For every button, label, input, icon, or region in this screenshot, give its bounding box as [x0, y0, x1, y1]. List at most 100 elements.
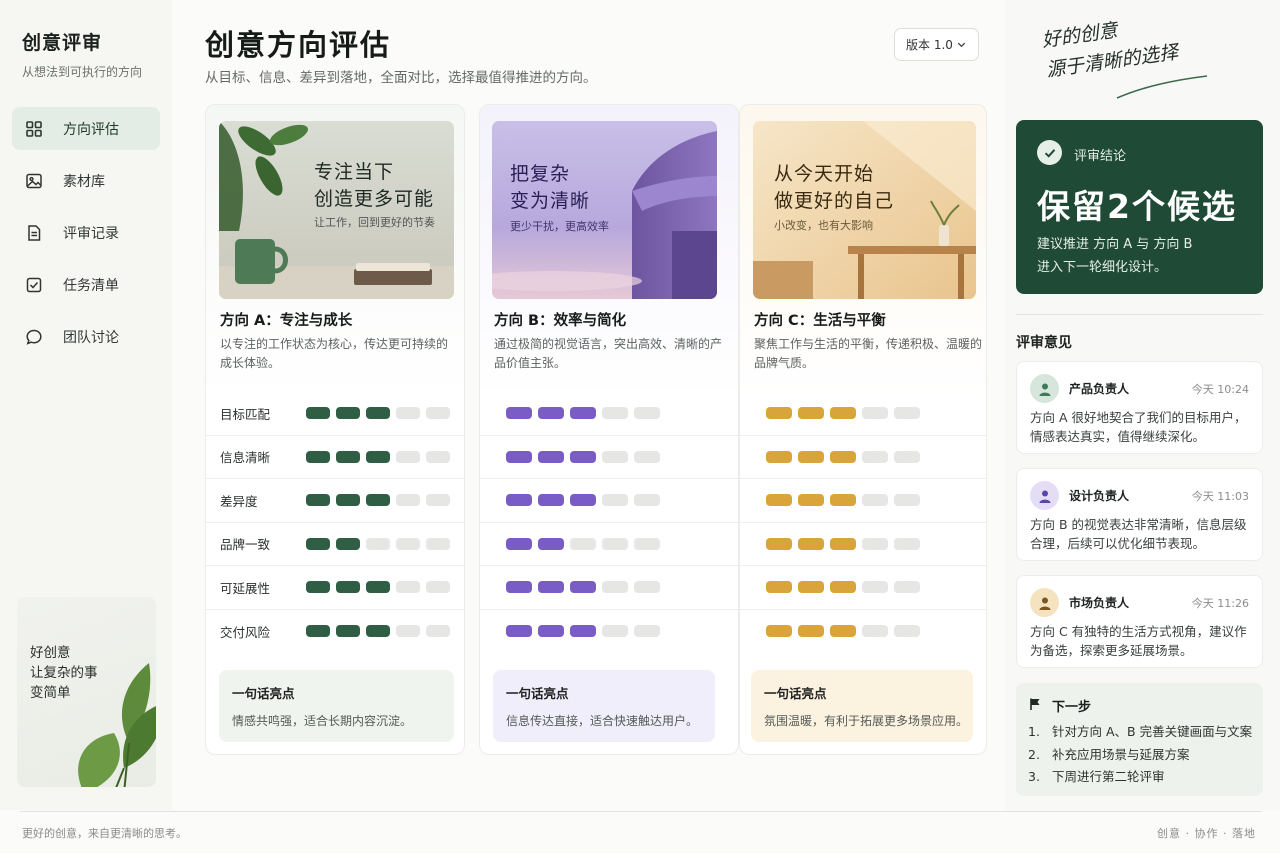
metric-row: 信息清晰	[206, 436, 464, 479]
sidebar-item-discussion[interactable]: 团队讨论	[12, 315, 160, 358]
metric-row	[740, 610, 986, 654]
score-dot	[396, 407, 420, 420]
metrics-b	[480, 392, 738, 653]
hero-image-c: 从今天开始 做更好的自己 小改变，也有大影响	[753, 121, 976, 299]
comment-text: 方向 A 很好地契合了我们的目标用户，情感表达真实，值得继续深化。	[1030, 410, 1247, 444]
comment-card[interactable]: 市场负责人 今天 11:26 方向 C 有独特的生活方式视角，建议作为备选，探索…	[1016, 575, 1263, 668]
score-dot	[396, 625, 420, 638]
score-dots	[306, 450, 450, 463]
grid-icon	[25, 120, 43, 138]
score-dot	[306, 450, 330, 463]
card-name-b: 方向 B：效率与简化	[494, 313, 627, 329]
score-dot	[830, 494, 856, 507]
score-dot	[506, 537, 532, 550]
hero-subtitle-b: 更少干扰，更高效率	[510, 220, 609, 233]
score-dot	[894, 450, 920, 463]
score-dot	[426, 537, 450, 550]
score-dot	[766, 494, 792, 507]
hero-subtitle-a: 让工作，回到更好的节奏	[314, 216, 435, 229]
score-dot	[570, 537, 596, 550]
score-dot	[894, 581, 920, 594]
sidebar-item-assets[interactable]: 素材库	[12, 159, 160, 202]
score-dot	[894, 407, 920, 420]
verdict-main: 保留2个候选	[1037, 187, 1237, 226]
check-circle-icon	[1037, 140, 1062, 165]
score-dot	[766, 537, 792, 550]
score-dot	[506, 407, 532, 420]
divider	[1016, 314, 1263, 315]
score-dot	[894, 494, 920, 507]
card-desc-a: 以专注的工作状态为核心，传达更可持续的成长体验。	[220, 337, 449, 370]
direction-card-b[interactable]: 把复杂 变为清晰 更少干扰，更高效率 方向 B：效率与简化 通过极简的视觉语言，…	[479, 104, 739, 755]
metric-row	[480, 436, 738, 479]
step-number: 2.	[1028, 746, 1040, 762]
hero-subtitle-c: 小改变，也有大影响	[774, 219, 873, 232]
metric-row	[480, 566, 738, 610]
comment-time: 今天 10:24	[1191, 383, 1249, 396]
sidebar-item-direction-eval[interactable]: 方向评估	[12, 107, 160, 150]
comment-time: 今天 11:26	[1191, 597, 1249, 610]
score-dots	[766, 494, 920, 507]
score-dots	[506, 625, 660, 638]
score-dot	[538, 625, 564, 638]
score-dot	[336, 450, 360, 463]
image-icon	[25, 172, 43, 190]
card-name-a: 方向 A：专注与成长	[220, 313, 353, 329]
footer-tagline: 更好的创意，来自更清晰的思考。	[22, 827, 187, 840]
score-dot	[602, 625, 628, 638]
step-text: 下周进行第二轮评审	[1052, 769, 1165, 784]
score-dots	[306, 494, 450, 507]
score-dot	[634, 537, 660, 550]
version-label: 版本 1.0	[906, 38, 953, 52]
score-dot	[798, 494, 824, 507]
metric-row: 目标匹配	[206, 392, 464, 436]
score-dot	[570, 625, 596, 638]
flag-icon	[1030, 698, 1040, 710]
verdict-label: 评审结论	[1074, 149, 1127, 164]
score-dots	[506, 407, 660, 420]
score-dot	[506, 450, 532, 463]
plant-leaves-image	[78, 663, 156, 787]
comment-card[interactable]: 设计负责人 今天 11:03 方向 B 的视觉表达非常清晰，信息层级合理，后续可…	[1016, 468, 1263, 561]
direction-card-c[interactable]: 从今天开始 做更好的自己 小改变，也有大影响 方向 C：生活与平衡 聚焦工作与生…	[739, 104, 987, 755]
metric-label: 品牌一致	[220, 537, 271, 553]
metric-row	[480, 610, 738, 654]
score-dot	[538, 537, 564, 550]
score-dot	[336, 407, 360, 420]
score-dot	[602, 494, 628, 507]
inspiration-card: 好创意 让复杂的事 变简单	[17, 597, 156, 787]
user-icon	[1039, 490, 1050, 503]
score-dot	[306, 407, 330, 420]
score-dot	[538, 494, 564, 507]
score-dot	[634, 494, 660, 507]
sidebar-item-records[interactable]: 评审记录	[12, 211, 160, 254]
comment-text: 方向 C 有独特的生活方式视角，建议作为备选，探索更多延展场景。	[1030, 624, 1247, 658]
comment-time: 今天 11:03	[1191, 490, 1249, 503]
version-select[interactable]: 版本 1.0	[894, 28, 979, 61]
metric-label: 信息清晰	[220, 450, 271, 466]
sidebar-item-tasks[interactable]: 任务清单	[12, 263, 160, 306]
score-dots	[766, 407, 920, 420]
score-dot	[766, 450, 792, 463]
document-icon	[25, 224, 43, 242]
page-subtitle: 从目标、信息、差异到落地，全面对比，选择最值得推进的方向。	[205, 70, 597, 86]
comment-text: 方向 B 的视觉表达非常清晰，信息层级合理，后续可以优化细节表现。	[1030, 517, 1247, 551]
comment-card[interactable]: 产品负责人 今天 10:24 方向 A 很好地契合了我们的目标用户，情感表达真实…	[1016, 361, 1263, 454]
score-dot	[306, 625, 330, 638]
score-dot	[306, 581, 330, 594]
highlight-text: 情感共鸣强，适合长期内容沉淀。	[232, 714, 413, 728]
score-dots	[766, 537, 920, 550]
metric-label: 交付风险	[220, 624, 271, 640]
verdict-card: 评审结论 保留2个候选 建议推进 方向 A 与 方向 B 进入下一轮细化设计。	[1016, 120, 1263, 294]
sidebar-item-label: 评审记录	[63, 225, 119, 242]
direction-card-a[interactable]: 专注当下 创造更多可能 让工作，回到更好的节奏 方向 A：专注与成长 以专注的工…	[205, 104, 465, 755]
next-step-item: 1. 针对方向 A、B 完善关键画面与文案	[1028, 721, 1252, 744]
score-dot	[366, 581, 390, 594]
score-dot	[830, 407, 856, 420]
highlight-text: 氛围温暖，有利于拓展更多场景应用。	[764, 714, 969, 728]
score-dot	[766, 625, 792, 638]
score-dots	[306, 625, 450, 638]
hero-title-a: 专注当下 创造更多可能	[314, 161, 435, 210]
score-dot	[830, 581, 856, 594]
score-dot	[634, 407, 660, 420]
